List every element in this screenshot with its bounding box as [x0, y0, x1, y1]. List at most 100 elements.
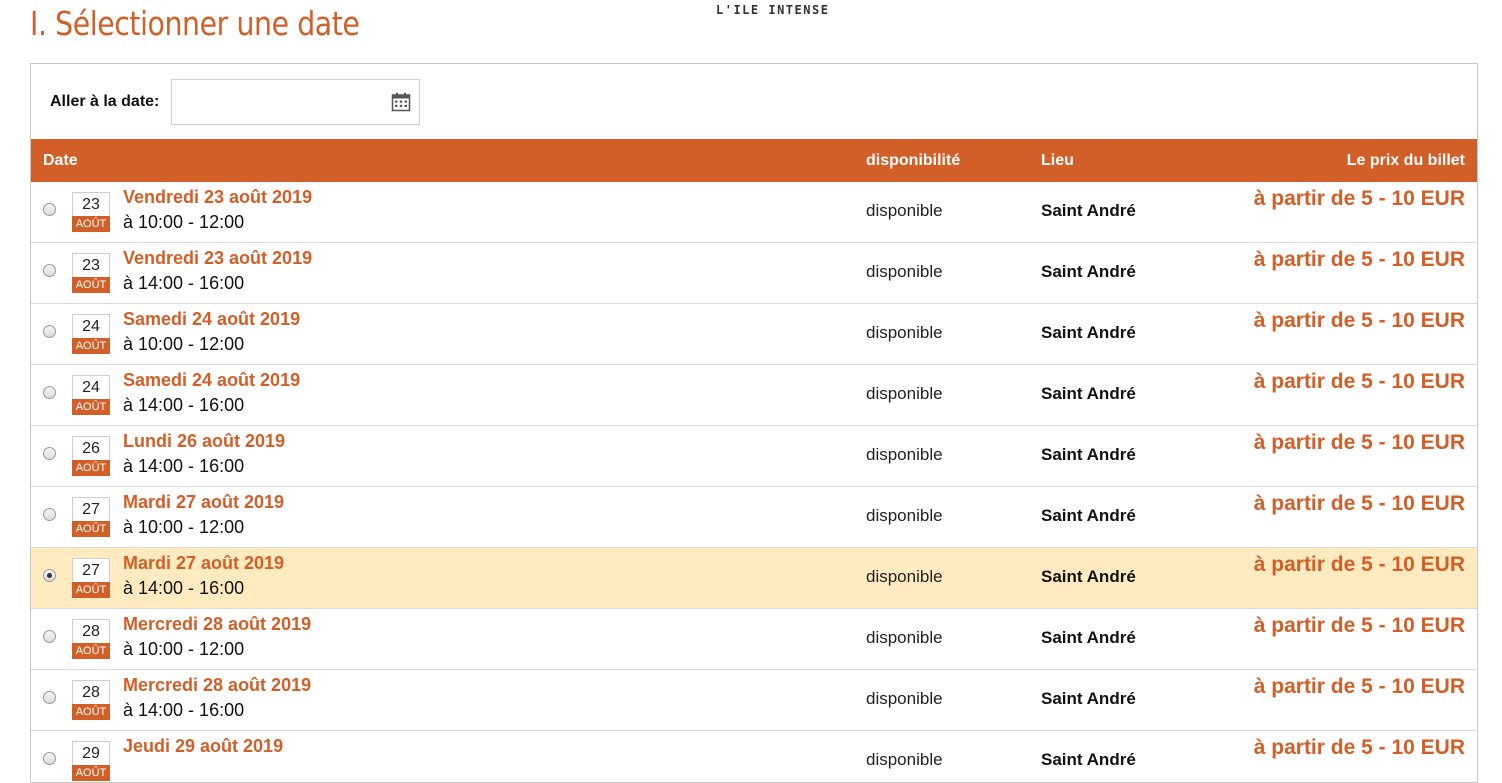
session-date: Mardi 27 août 2019	[123, 492, 285, 512]
date-badge-month: AOÛT	[72, 460, 110, 476]
session-time: à 10:00 - 12:00	[123, 334, 245, 354]
site-logo: L'ILE INTENSE	[716, 3, 830, 17]
session-date: Samedi 24 août 2019	[123, 370, 301, 390]
header-availability: disponibilité	[866, 152, 961, 169]
session-price: à partir de 5 - 10 EUR	[1253, 736, 1465, 759]
date-selection-panel: Aller à la date: Date disponibilité Lieu…	[30, 63, 1478, 783]
session-availability: disponible	[866, 750, 943, 769]
date-badge-day: 24	[82, 318, 100, 335]
session-time: à 10:00 - 12:00	[123, 639, 245, 659]
session-availability: disponible	[866, 567, 943, 586]
session-location: Saint André	[1041, 567, 1136, 586]
session-row[interactable]: 27 AOÛT Mardi 27 août 2019 à 14:00 - 16:…	[31, 548, 1477, 609]
header-location: Lieu	[1041, 152, 1074, 169]
session-row[interactable]: 28 AOÛT Mercredi 28 août 2019 à 10:00 - …	[31, 609, 1477, 670]
session-date: Vendredi 23 août 2019	[123, 187, 313, 207]
date-badge-month: AOÛT	[72, 643, 110, 659]
date-badge: 23 AOÛT	[72, 192, 110, 232]
session-date: Mardi 27 août 2019	[123, 553, 285, 573]
session-price: à partir de 5 - 10 EUR	[1253, 492, 1465, 515]
page-title: I. Sélectionner une date	[30, 4, 360, 43]
session-location: Saint André	[1041, 262, 1136, 281]
session-radio[interactable]	[43, 264, 56, 277]
session-date: Mercredi 28 août 2019	[123, 675, 312, 695]
date-badge-month: AOÛT	[72, 765, 110, 781]
date-badge-day: 28	[82, 684, 100, 701]
goto-date: Aller à la date:	[50, 78, 421, 126]
session-radio[interactable]	[43, 630, 56, 643]
session-location: Saint André	[1041, 445, 1136, 464]
session-radio[interactable]	[43, 203, 56, 216]
session-radio[interactable]	[43, 386, 56, 399]
session-price: à partir de 5 - 10 EUR	[1253, 675, 1465, 698]
date-badge: 23 AOÛT	[72, 253, 110, 293]
session-price: à partir de 5 - 10 EUR	[1253, 553, 1465, 576]
date-badge-day: 27	[82, 562, 100, 579]
session-time: à 14:00 - 16:00	[123, 578, 245, 598]
date-badge-day: 24	[82, 379, 100, 396]
session-radio[interactable]	[43, 752, 56, 765]
date-badge-month: AOÛT	[72, 277, 110, 293]
session-availability: disponible	[866, 506, 943, 525]
session-availability: disponible	[866, 628, 943, 647]
session-time: à 14:00 - 16:00	[123, 456, 245, 476]
session-row[interactable]: 23 AOÛT Vendredi 23 août 2019 à 10:00 - …	[31, 182, 1477, 243]
session-row[interactable]: 28 AOÛT Mercredi 28 août 2019 à 14:00 - …	[31, 670, 1477, 731]
date-badge: 28 AOÛT	[72, 680, 110, 720]
session-list: 23 AOÛT Vendredi 23 août 2019 à 10:00 - …	[31, 182, 1477, 782]
session-row[interactable]: 24 AOÛT Samedi 24 août 2019 à 10:00 - 12…	[31, 304, 1477, 365]
session-row[interactable]: 26 AOÛT Lundi 26 août 2019 à 14:00 - 16:…	[31, 426, 1477, 487]
date-badge-day: 29	[82, 745, 100, 762]
date-badge: 24 AOÛT	[72, 314, 110, 354]
session-row[interactable]: 24 AOÛT Samedi 24 août 2019 à 14:00 - 16…	[31, 365, 1477, 426]
session-time: à 14:00 - 16:00	[123, 395, 245, 415]
session-radio[interactable]	[43, 569, 56, 582]
session-date: Mercredi 28 août 2019	[123, 614, 312, 634]
date-badge-month: AOÛT	[72, 216, 110, 232]
session-radio[interactable]	[43, 325, 56, 338]
header-date: Date	[43, 152, 78, 169]
session-radio[interactable]	[43, 447, 56, 460]
session-location: Saint André	[1041, 628, 1136, 647]
session-radio[interactable]	[43, 691, 56, 704]
date-badge-month: AOÛT	[72, 582, 110, 598]
session-availability: disponible	[866, 323, 943, 342]
date-badge-day: 27	[82, 501, 100, 518]
session-row[interactable]: 23 AOÛT Vendredi 23 août 2019 à 14:00 - …	[31, 243, 1477, 304]
session-location: Saint André	[1041, 506, 1136, 525]
session-price: à partir de 5 - 10 EUR	[1253, 187, 1465, 210]
calendar-icon[interactable]	[391, 92, 411, 112]
session-availability: disponible	[866, 262, 943, 281]
session-location: Saint André	[1041, 750, 1136, 769]
goto-date-field	[171, 79, 421, 125]
session-price: à partir de 5 - 10 EUR	[1253, 614, 1465, 637]
date-badge-month: AOÛT	[72, 399, 110, 415]
session-availability: disponible	[866, 689, 943, 708]
session-time: à 14:00 - 16:00	[123, 273, 245, 293]
session-radio[interactable]	[43, 508, 56, 521]
date-badge-month: AOÛT	[72, 521, 110, 537]
session-location: Saint André	[1041, 323, 1136, 342]
goto-date-input[interactable]	[172, 80, 393, 124]
session-availability: disponible	[866, 201, 943, 220]
session-price: à partir de 5 - 10 EUR	[1253, 248, 1465, 271]
date-badge-day: 23	[82, 257, 100, 274]
goto-date-label: Aller à la date:	[50, 93, 160, 110]
session-date: Vendredi 23 août 2019	[123, 248, 313, 268]
session-availability: disponible	[866, 445, 943, 464]
session-price: à partir de 5 - 10 EUR	[1253, 309, 1465, 332]
session-price: à partir de 5 - 10 EUR	[1253, 431, 1465, 454]
table-header: Date disponibilité Lieu Le prix du bille…	[31, 139, 1477, 182]
session-location: Saint André	[1041, 689, 1136, 708]
date-badge: 26 AOÛT	[72, 436, 110, 476]
session-row[interactable]: 29 AOÛT Jeudi 29 août 2019 disponible Sa…	[31, 731, 1477, 782]
date-badge-day: 28	[82, 623, 100, 640]
session-price: à partir de 5 - 10 EUR	[1253, 370, 1465, 393]
date-badge-day: 26	[82, 440, 100, 457]
date-badge: 27 AOÛT	[72, 558, 110, 598]
session-row[interactable]: 27 AOÛT Mardi 27 août 2019 à 10:00 - 12:…	[31, 487, 1477, 548]
session-date: Lundi 26 août 2019	[123, 431, 286, 451]
date-badge: 29 AOÛT	[72, 741, 110, 781]
session-location: Saint André	[1041, 384, 1136, 403]
date-badge: 28 AOÛT	[72, 619, 110, 659]
